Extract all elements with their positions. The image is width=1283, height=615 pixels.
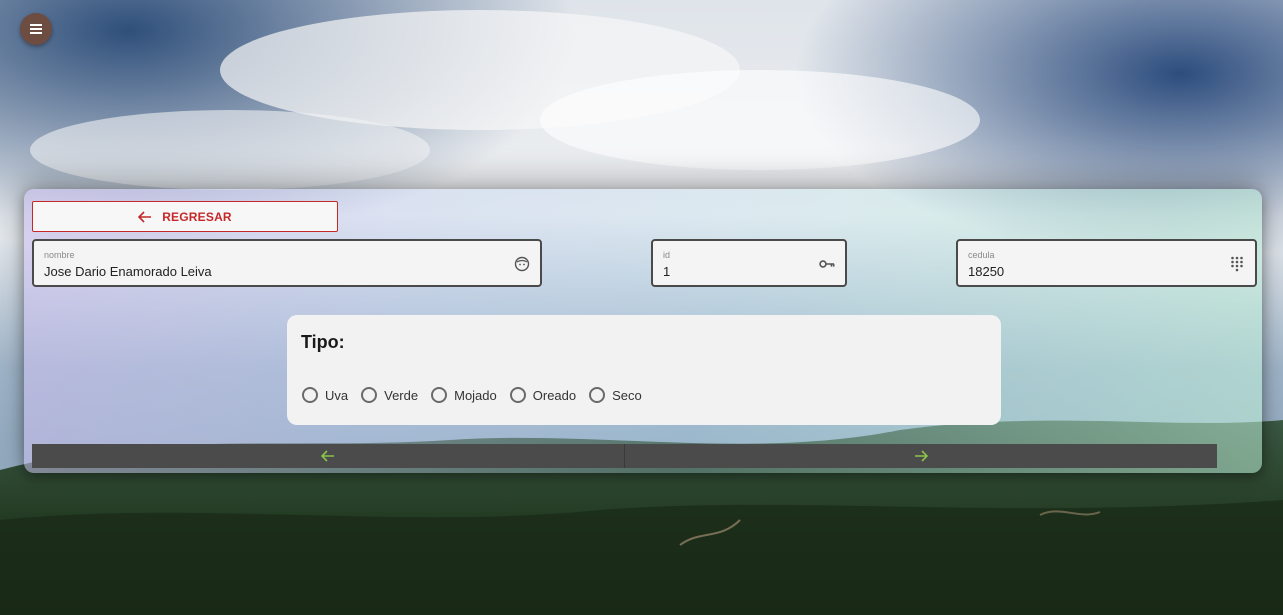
- radio-circle-icon[interactable]: [431, 387, 448, 403]
- tipo-panel: Tipo: Uva Verde Mojado Oreado Seco: [287, 315, 1001, 425]
- radio-circle-icon[interactable]: [509, 387, 526, 403]
- tipo-option-mojado[interactable]: Mojado: [431, 387, 497, 403]
- cedula-field[interactable]: cedula 18250: [956, 239, 1257, 287]
- radio-circle-icon[interactable]: [302, 387, 318, 403]
- tipo-option-label: Verde: [384, 387, 419, 403]
- radio-circle-icon[interactable]: [589, 387, 606, 403]
- nombre-label: nombre: [44, 250, 75, 260]
- back-button[interactable]: REGRESAR: [32, 201, 338, 232]
- tipo-option-label: Seco: [612, 387, 642, 403]
- menu-button[interactable]: [20, 13, 52, 45]
- face-icon: [514, 256, 530, 272]
- hamburger-menu-icon: [30, 24, 42, 34]
- nombre-field[interactable]: nombre Jose Dario Enamorado Leiva: [32, 239, 542, 287]
- dialpad-icon: [1229, 256, 1245, 272]
- key-icon: [819, 256, 835, 272]
- nombre-value[interactable]: Jose Dario Enamorado Leiva: [44, 264, 212, 279]
- arrow-left-icon: [321, 450, 334, 462]
- tipo-option-seco[interactable]: Seco: [589, 387, 642, 403]
- arrow-right-icon: [915, 450, 928, 462]
- tipo-option-verde[interactable]: Verde: [361, 387, 418, 403]
- tipo-option-oreado[interactable]: Oreado: [509, 387, 577, 403]
- id-value[interactable]: 1: [663, 264, 670, 279]
- previous-button[interactable]: [32, 444, 625, 468]
- form-card: REGRESAR nombre Jose Dario Enamorado Lei…: [24, 189, 1262, 473]
- cedula-value[interactable]: 18250: [968, 264, 1004, 279]
- step-navigation-bar: [32, 444, 1217, 468]
- tipo-title: Tipo:: [301, 332, 345, 352]
- tipo-option-label: Oreado: [532, 387, 577, 403]
- arrow-left-icon: [138, 210, 152, 223]
- id-label: id: [663, 250, 671, 260]
- id-field[interactable]: id 1: [651, 239, 847, 287]
- tipo-option-label: Mojado: [454, 387, 497, 403]
- radio-circle-icon[interactable]: [361, 387, 378, 403]
- back-button-label: REGRESAR: [162, 209, 232, 224]
- tipo-option-uva[interactable]: Uva: [302, 387, 348, 403]
- tipo-option-label: Uva: [325, 387, 349, 403]
- cedula-label: cedula: [968, 250, 995, 260]
- next-button[interactable]: [625, 444, 1217, 468]
- tipo-radio-group: Uva Verde Mojado Oreado Seco: [302, 387, 655, 403]
